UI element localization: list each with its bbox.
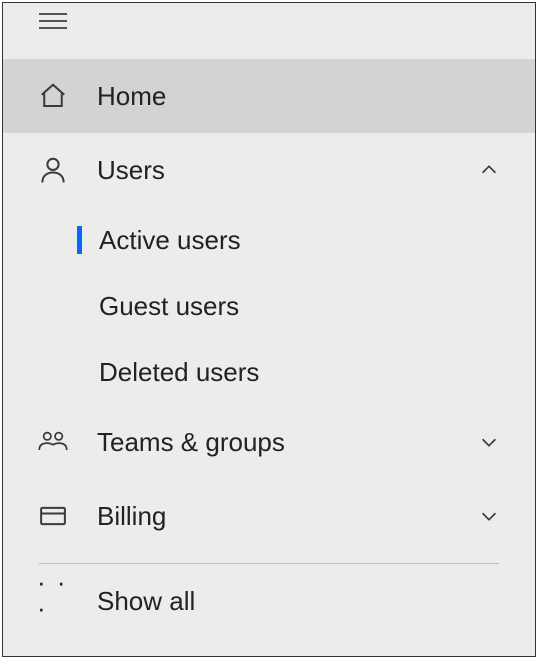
nav-label-users: Users bbox=[97, 155, 477, 186]
nav-item-billing[interactable]: Billing bbox=[3, 479, 535, 553]
nav-item-teams-groups[interactable]: Teams & groups bbox=[3, 405, 535, 479]
chevron-up-icon bbox=[477, 158, 501, 182]
users-subitems: Active users Guest users Deleted users bbox=[3, 207, 535, 405]
sub-label-active-users: Active users bbox=[99, 225, 241, 256]
ellipsis-icon: · · · bbox=[37, 585, 69, 617]
nav-label-billing: Billing bbox=[97, 501, 477, 532]
sub-item-deleted-users[interactable]: Deleted users bbox=[3, 339, 535, 405]
nav-item-show-all[interactable]: · · · Show all bbox=[3, 564, 535, 638]
sub-label-deleted-users: Deleted users bbox=[99, 357, 259, 388]
nav-label-showall: Show all bbox=[97, 586, 501, 617]
teams-icon bbox=[37, 426, 69, 458]
nav-label-teams: Teams & groups bbox=[97, 427, 477, 458]
user-icon bbox=[37, 154, 69, 186]
hamburger-menu-button[interactable] bbox=[39, 9, 69, 33]
nav-list: Home Users Active users bbox=[3, 59, 535, 638]
chevron-down-icon bbox=[477, 504, 501, 528]
nav-item-users[interactable]: Users bbox=[3, 133, 535, 207]
admin-nav-panel: Home Users Active users bbox=[2, 2, 536, 657]
home-icon bbox=[37, 80, 69, 112]
nav-label-home: Home bbox=[97, 81, 501, 112]
chevron-down-icon bbox=[477, 430, 501, 454]
sub-label-guest-users: Guest users bbox=[99, 291, 239, 322]
nav-item-home[interactable]: Home bbox=[3, 59, 535, 133]
sub-item-active-users[interactable]: Active users bbox=[3, 207, 535, 273]
billing-icon bbox=[37, 500, 69, 532]
active-indicator bbox=[77, 226, 82, 254]
sub-item-guest-users[interactable]: Guest users bbox=[3, 273, 535, 339]
